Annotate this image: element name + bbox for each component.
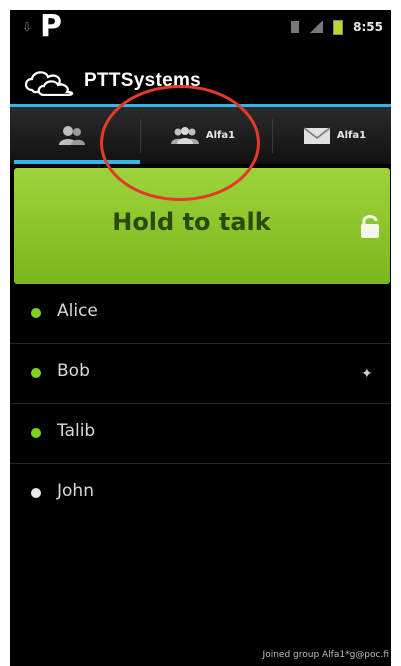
mail-icon	[303, 126, 331, 144]
tab-divider	[272, 119, 273, 153]
offline-status-icon	[31, 488, 41, 498]
list-item[interactable]: John	[10, 464, 391, 523]
p-icon: P	[40, 10, 62, 44]
battery-icon	[333, 19, 344, 35]
lock-icon[interactable]	[359, 213, 381, 239]
list-item[interactable]: Alice	[10, 284, 391, 344]
status-icons: 8:55	[291, 18, 383, 36]
online-status-icon	[31, 428, 41, 438]
contacts-icon	[59, 125, 85, 145]
online-status-icon	[31, 308, 41, 318]
tab-messages[interactable]: Alfa1	[278, 107, 391, 164]
clouds-logo-icon	[24, 71, 74, 96]
contact-name: John	[57, 481, 94, 501]
clock: 8:55	[353, 20, 383, 34]
list-item[interactable]: Bob ✦	[10, 344, 391, 404]
contact-name: Alice	[57, 301, 98, 321]
list-item[interactable]: Talib	[10, 404, 391, 464]
contact-name: Bob	[57, 361, 90, 381]
status-bar: ⇩ P 8:55	[10, 10, 391, 44]
signal-icon	[309, 21, 324, 33]
annotation-ring	[100, 85, 260, 201]
footer-status-text: Joined group Alfa1*g@poc.fi	[262, 650, 389, 660]
sim-icon	[291, 21, 300, 33]
talking-indicator-icon: ✦	[361, 366, 373, 382]
online-status-icon	[31, 368, 41, 378]
contact-name: Talib	[57, 421, 96, 441]
hold-to-talk-label: Hold to talk	[112, 208, 271, 236]
contact-list: Alice Bob ✦ Talib John	[10, 284, 391, 523]
usb-icon: ⇩	[22, 20, 33, 34]
tab-messages-label: Alfa1	[336, 130, 367, 141]
